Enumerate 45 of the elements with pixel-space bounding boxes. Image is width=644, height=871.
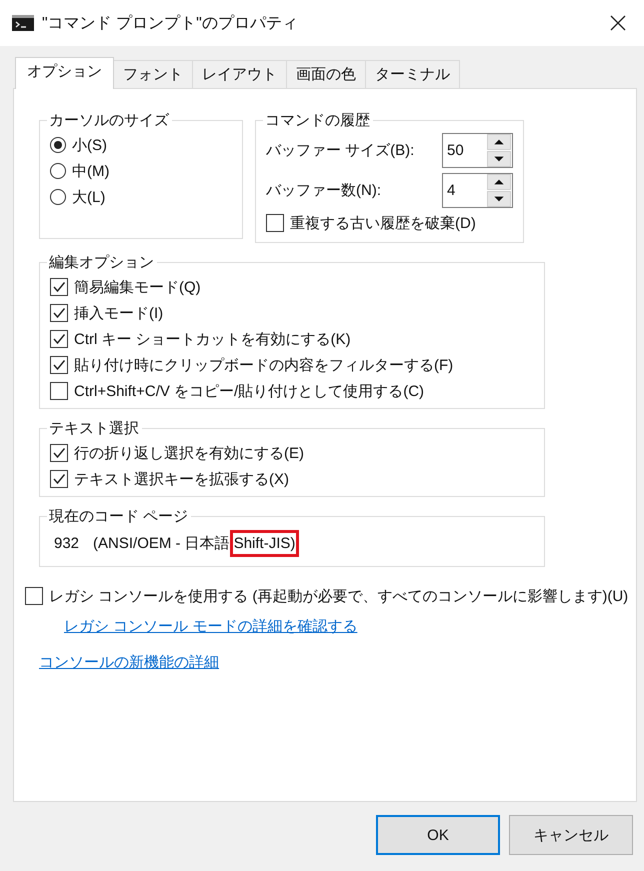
- checkbox-label: 重複する古い履歴を破棄(D): [290, 214, 476, 232]
- window-title: "コマンド プロンプト"のプロパティ: [42, 14, 299, 34]
- checkbox[interactable]: [50, 304, 68, 322]
- radio-label: 中(M): [72, 162, 110, 180]
- tab[interactable]: ターミナル: [365, 60, 460, 88]
- radio-label: 小(S): [72, 136, 107, 154]
- checkbox[interactable]: [50, 444, 68, 462]
- radio-button[interactable]: [50, 137, 66, 153]
- field-label: バッファー サイズ(B):: [266, 140, 414, 160]
- field-label: バッファー数(N):: [266, 180, 381, 200]
- radio-label: 大(L): [72, 188, 106, 206]
- checkbox-label: 貼り付け時にクリップボードの内容をフィルターする(F): [74, 356, 454, 374]
- group-title: 現在のコード ページ: [48, 507, 190, 526]
- spin-field[interactable]: 50: [442, 132, 513, 168]
- code-page-number: 932: [54, 534, 80, 552]
- checkbox[interactable]: [266, 214, 284, 232]
- learn-more-link[interactable]: レガシ コンソール モードの詳細を確認する: [64, 617, 358, 636]
- checkbox[interactable]: [50, 382, 68, 400]
- new-features-link[interactable]: コンソールの新機能の詳細: [39, 653, 219, 672]
- group-title: コマンドの履歴: [264, 111, 371, 130]
- spin-field[interactable]: 4: [442, 172, 513, 208]
- checkbox-label: 行の折り返し選択を有効にする(E): [74, 444, 304, 462]
- checkbox[interactable]: [25, 587, 43, 605]
- highlighted-text: Shift-JIS): [230, 530, 300, 556]
- group-title: 編集オプション: [48, 253, 155, 272]
- checkbox-label: 挿入モード(I): [74, 304, 164, 322]
- checkbox[interactable]: [50, 356, 68, 374]
- checkbox-label: 簡易編集モード(Q): [74, 278, 201, 296]
- console-icon: [12, 15, 34, 31]
- checkbox-label: テキスト選択キーを拡張する(X): [74, 470, 289, 488]
- checkbox[interactable]: [50, 470, 68, 488]
- checkbox[interactable]: [50, 278, 68, 296]
- cancel-button[interactable]: キャンセル: [509, 815, 633, 855]
- radio-button[interactable]: [50, 163, 66, 179]
- group-title: カーソルのサイズ: [48, 111, 170, 130]
- code-page-description: (ANSI/OEM - 日本語: [93, 534, 230, 552]
- checkbox[interactable]: [50, 330, 68, 348]
- tab[interactable]: オプション: [15, 57, 114, 89]
- checkbox-label: Ctrl キー ショートカットを有効にする(K): [74, 330, 351, 348]
- group-title: テキスト選択: [48, 419, 140, 438]
- close-icon[interactable]: [610, 15, 626, 31]
- checkbox-label: レガシ コンソールを使用する (再起動が必要で、すべてのコンソールに影響します)(U): [49, 586, 628, 606]
- ok-button[interactable]: OK: [376, 815, 500, 855]
- radio-button[interactable]: [50, 189, 66, 205]
- checkbox-label: Ctrl+Shift+C/V をコピー/貼り付けとして使用する(C): [74, 382, 424, 400]
